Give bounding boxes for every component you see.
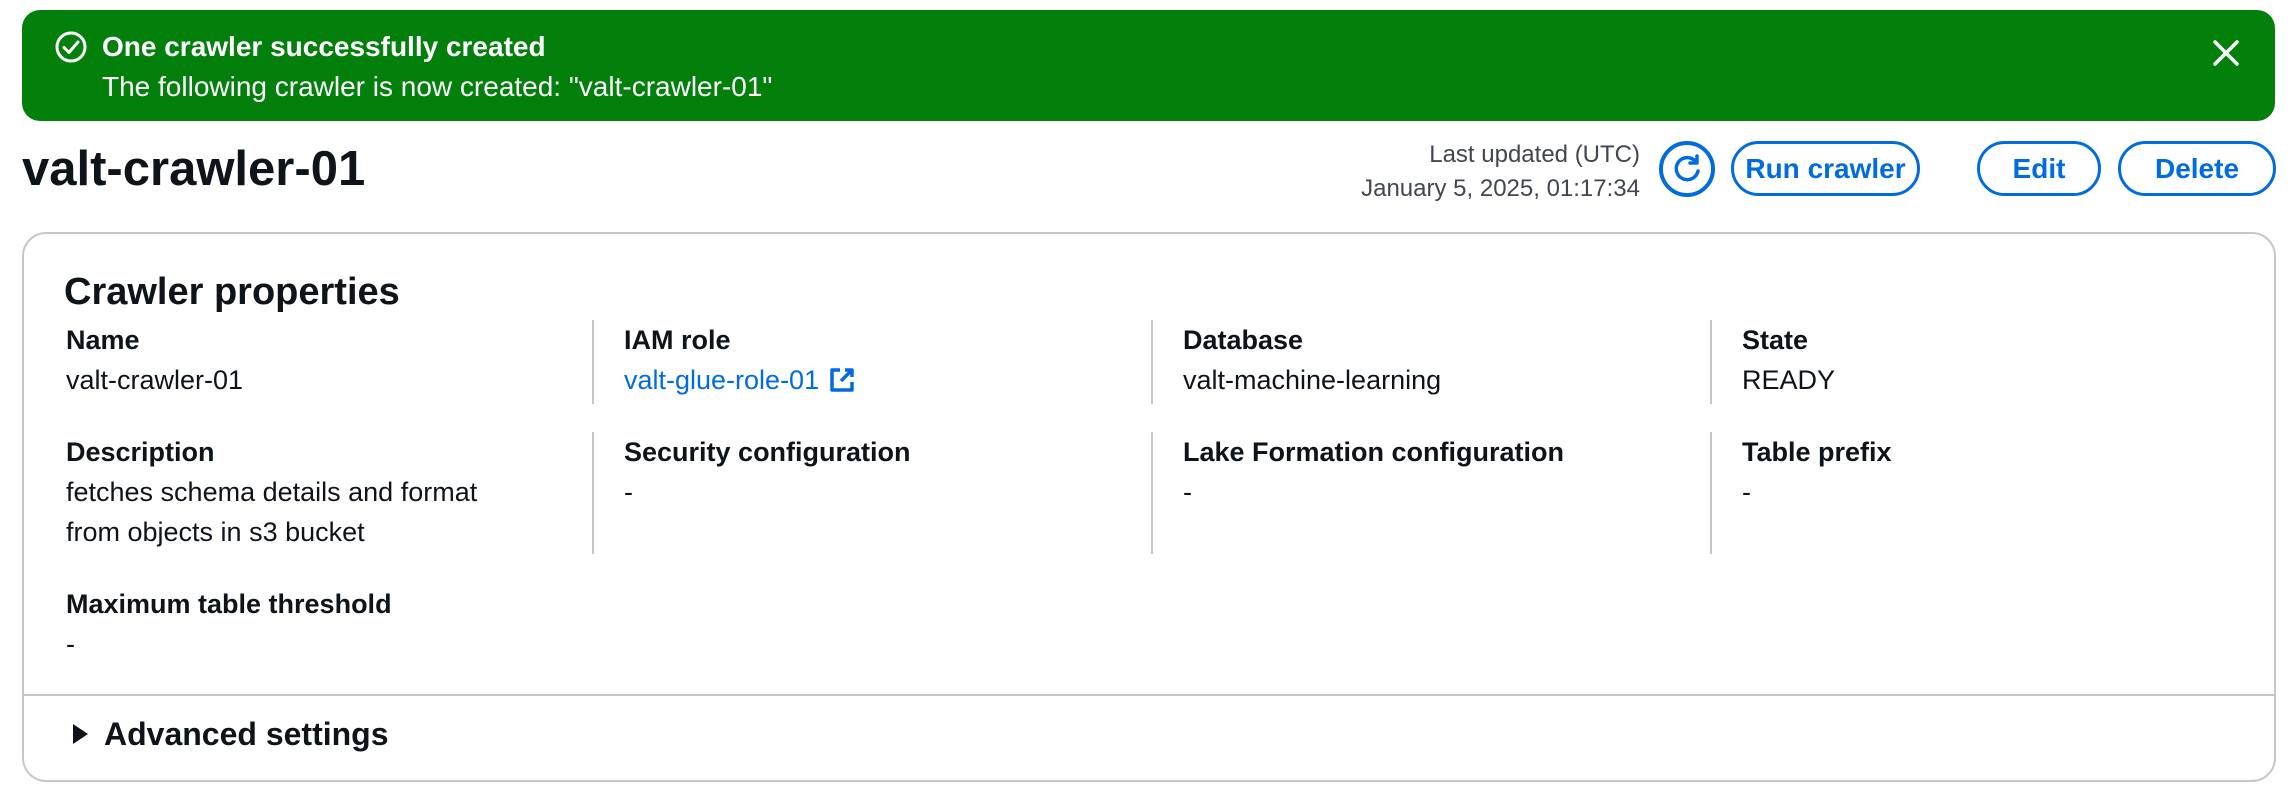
refresh-icon xyxy=(1674,154,1700,182)
check-circle-icon xyxy=(55,31,87,63)
field-maximum-table-threshold: Maximum table threshold - xyxy=(66,584,586,664)
field-value: READY xyxy=(1742,365,1836,395)
field-value: fetches schema details and format from o… xyxy=(66,477,478,547)
panel-title: Crawler properties xyxy=(64,271,400,313)
close-icon[interactable] xyxy=(2209,36,2243,70)
field-label: Table prefix xyxy=(1742,437,1892,467)
crawler-properties-panel: Crawler properties Name valt-crawler-01 … xyxy=(22,232,2276,782)
field-description: Description fetches schema details and f… xyxy=(66,432,536,554)
field-value: - xyxy=(66,629,75,659)
field-name: Name valt-crawler-01 xyxy=(66,320,586,404)
field-label: Description xyxy=(66,437,215,467)
iam-role-link-text: valt-glue-role-01 xyxy=(624,365,820,395)
caret-right-icon xyxy=(73,724,88,744)
flash-message: The following crawler is now created: "v… xyxy=(102,71,773,102)
page-title: valt-crawler-01 xyxy=(22,142,366,196)
field-security-configuration: Security configuration - xyxy=(592,432,1112,554)
last-updated-label: Last updated (UTC) xyxy=(1429,141,1640,168)
field-value: valt-machine-learning xyxy=(1183,365,1442,395)
field-database: Database valt-machine-learning xyxy=(1151,320,1671,404)
field-label: Lake Formation configuration xyxy=(1183,437,1565,467)
delete-button[interactable]: Delete xyxy=(2118,141,2276,196)
field-value: - xyxy=(1742,477,1751,507)
section-divider xyxy=(24,694,2274,696)
field-label: Maximum table threshold xyxy=(66,589,392,619)
field-table-prefix: Table prefix - xyxy=(1710,432,2230,554)
run-crawler-button[interactable]: Run crawler xyxy=(1731,141,1920,196)
refresh-button[interactable] xyxy=(1659,141,1715,197)
last-updated-value: January 5, 2025, 01:17:34 xyxy=(1361,175,1640,202)
advanced-settings-label: Advanced settings xyxy=(104,716,389,752)
field-value: valt-crawler-01 xyxy=(66,365,244,395)
field-value: - xyxy=(624,477,633,507)
iam-role-link[interactable]: valt-glue-role-01 xyxy=(624,360,857,400)
edit-button[interactable]: Edit xyxy=(1977,141,2101,196)
field-label: State xyxy=(1742,325,1809,355)
external-link-icon xyxy=(830,368,854,392)
field-label: IAM role xyxy=(624,325,731,355)
field-label: Name xyxy=(66,325,140,355)
flash-title: One crawler successfully created xyxy=(102,31,546,62)
crawler-detail-page: One crawler successfully created The fol… xyxy=(0,0,2296,804)
field-value: - xyxy=(1183,477,1192,507)
success-flash-banner: One crawler successfully created The fol… xyxy=(22,10,2275,121)
field-label: Database xyxy=(1183,325,1304,355)
field-lake-formation-configuration: Lake Formation configuration - xyxy=(1151,432,1671,554)
field-label: Security configuration xyxy=(624,437,911,467)
last-updated: Last updated (UTC) January 5, 2025, 01:1… xyxy=(1361,138,1640,206)
field-state: State READY xyxy=(1710,320,2230,404)
field-iam-role: IAM role valt-glue-role-01 xyxy=(592,320,1112,404)
advanced-settings-toggle[interactable]: Advanced settings xyxy=(70,714,389,754)
